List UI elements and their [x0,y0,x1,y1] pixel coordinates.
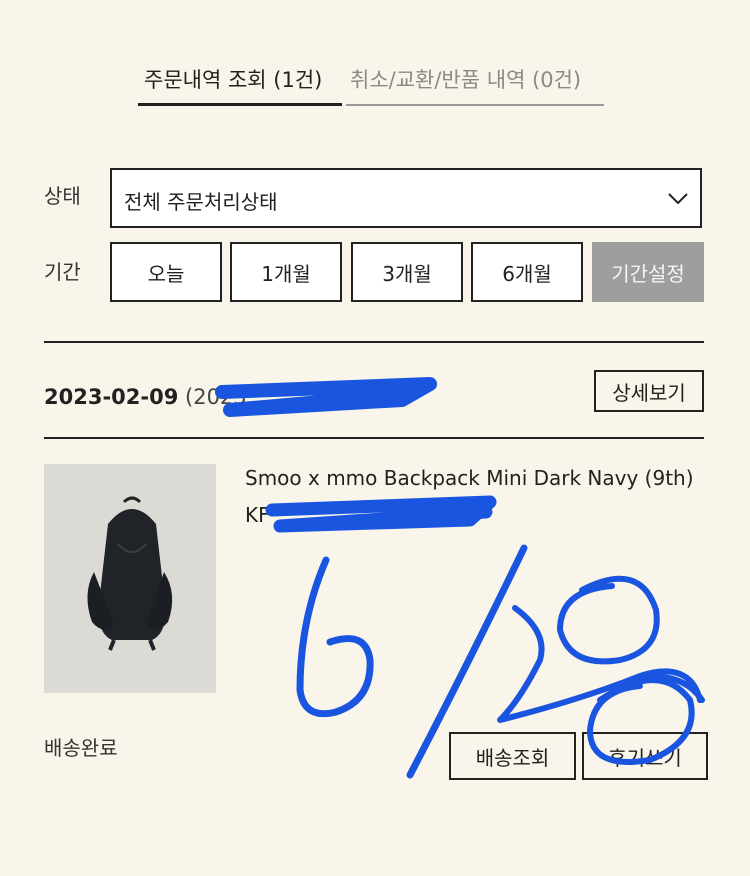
period-6-months-button[interactable]: 6개월 [471,242,583,302]
order-date: 2023-02-09 (2023 [44,385,247,409]
period-1-month-button[interactable]: 1개월 [230,242,342,302]
order-detail-button[interactable]: 상세보기 [594,370,704,412]
period-3-months-button[interactable]: 3개월 [351,242,463,302]
divider [44,437,704,439]
track-delivery-button[interactable]: 배송조회 [449,732,576,780]
status-select-value: 전체 주문처리상태 [124,190,278,214]
order-history-page: 주문내역 조회 (1건) 취소/교환/반품 내역 (0건) 상태 전체 주문처리… [0,0,750,876]
product-option: KF [245,503,270,527]
period-today-button[interactable]: 오늘 [110,242,222,302]
order-date-value: 2023-02-09 [44,385,179,409]
period-label: 기간 [44,260,81,284]
backpack-image [44,464,216,693]
write-review-button[interactable]: 후기쓰기 [582,732,708,780]
tab-cancel-exchange-return[interactable]: 취소/교환/반품 내역 (0건) [346,64,604,106]
delivery-status: 배송완료 [44,736,118,760]
status-select[interactable]: 전체 주문처리상태 [110,168,702,228]
product-thumbnail[interactable] [44,464,216,693]
divider [44,341,704,343]
status-label: 상태 [44,184,81,208]
order-number: (2023 [185,385,247,409]
tab-order-history[interactable]: 주문내역 조회 (1건) [138,64,342,106]
custom-period-button[interactable]: 기간설정 [592,242,704,302]
product-name[interactable]: Smoo x mmo Backpack Mini Dark Navy (9th) [245,466,694,490]
chevron-down-icon [668,193,688,205]
